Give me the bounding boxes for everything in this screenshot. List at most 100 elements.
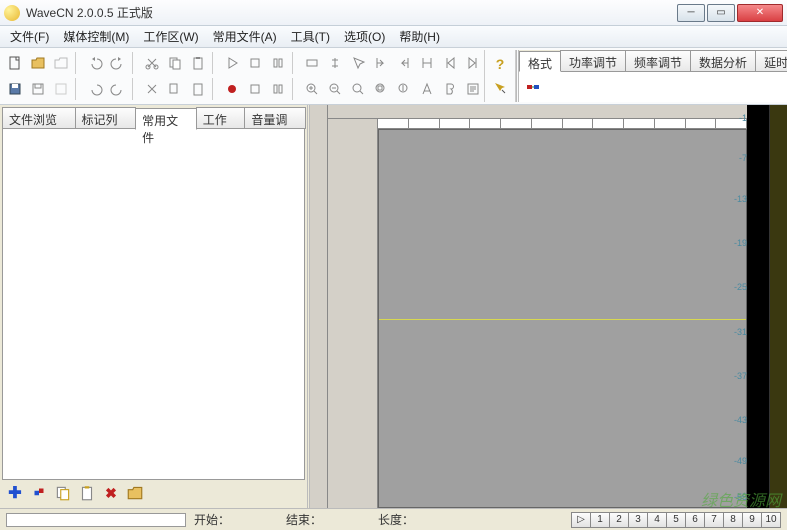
toolbar-row-2 [4,76,484,102]
zoom-reset-icon[interactable] [393,78,415,100]
tab-volume[interactable]: 音量调节 [244,107,306,129]
cut2-icon[interactable] [141,78,163,100]
label-start: 开始： [194,511,230,528]
stop2-icon[interactable] [244,78,266,100]
script-icon[interactable] [462,78,484,100]
help-icon[interactable]: ? [489,53,511,75]
pause-icon[interactable] [267,52,289,74]
add-multi-icon[interactable] [30,484,48,502]
pause2-icon[interactable] [267,78,289,100]
tab-favorites[interactable]: 常用文件 [135,108,197,130]
cut-icon[interactable] [141,52,163,74]
right-tab-bar: 格式 功率调节 频率调节 数据分析 延时 产 [519,50,787,72]
menu-workspace[interactable]: 工作区(W) [137,26,204,47]
tab-workspace[interactable]: 工作区 [196,107,246,129]
zoom-sel-icon[interactable] [370,78,392,100]
play-icon[interactable] [221,52,243,74]
page-1[interactable]: 1 [590,512,610,528]
page-5[interactable]: 5 [666,512,686,528]
zoom-in-icon[interactable] [301,78,323,100]
new-file-icon[interactable] [4,52,26,74]
open-file-icon[interactable] [27,52,49,74]
page-3[interactable]: 3 [628,512,648,528]
scale-m55: -55 [734,492,747,502]
tab-delay[interactable]: 延时 [755,50,787,71]
page-2[interactable]: 2 [609,512,629,528]
tab-analysis[interactable]: 数据分析 [690,50,756,71]
redo-icon[interactable] [107,52,129,74]
marker-b-icon[interactable] [439,78,461,100]
menu-media[interactable]: 媒体控制(M) [57,26,135,47]
waveform-canvas[interactable] [378,129,747,508]
format-tool-icon[interactable] [525,79,541,95]
left-tab-bar: 文件浏览器 标记列表 常用文件 工作区 音量调节 [2,107,305,129]
marker-a-icon[interactable] [416,78,438,100]
minimize-button[interactable]: ─ [677,4,705,22]
waveform-editor[interactable]: <— -1 -7 -13 -19 -25 -31 -37 -43 -49 -55 [310,105,787,508]
select-vert-icon[interactable] [324,52,346,74]
zoom-fit-icon[interactable] [347,78,369,100]
marker-both-icon[interactable] [416,52,438,74]
tab-power[interactable]: 功率调节 [560,50,626,71]
paste-icon[interactable] [187,52,209,74]
page-play-icon[interactable]: ▷ [571,512,591,528]
page-10[interactable]: 10 [761,512,781,528]
maximize-button[interactable]: ▭ [707,4,735,22]
favorites-tree[interactable] [2,128,305,480]
save-disabled-icon [50,78,72,100]
menu-file[interactable]: 文件(F) [4,26,55,47]
stop-icon[interactable] [244,52,266,74]
record-icon[interactable] [221,78,243,100]
tab-file-browser[interactable]: 文件浏览器 [2,107,76,129]
tab-format[interactable]: 格式 [519,51,561,72]
goto-end-icon[interactable] [462,52,484,74]
editor-gutter [310,105,328,508]
goto-start-icon[interactable] [439,52,461,74]
tab-freq[interactable]: 频率调节 [625,50,691,71]
copy-doc-icon[interactable] [54,484,72,502]
undo2-icon[interactable] [84,78,106,100]
paste-doc-icon[interactable] [78,484,96,502]
undo-icon[interactable] [84,52,106,74]
status-bar: 开始： 结束： 长度： ▷ 1 2 3 4 5 6 7 8 9 10 [0,508,787,530]
menu-favorites[interactable]: 常用文件(A) [207,26,283,47]
copy-icon[interactable] [164,52,186,74]
label-length: 长度： [378,511,414,528]
page-9[interactable]: 9 [742,512,762,528]
copy2-icon[interactable] [164,78,186,100]
paste2-icon[interactable] [187,78,209,100]
context-help-icon[interactable] [489,77,511,99]
menu-tools[interactable]: 工具(T) [285,26,336,47]
add-icon[interactable]: ✚ [6,484,24,502]
open-disabled-icon [50,52,72,74]
page-4[interactable]: 4 [647,512,667,528]
cursor-icon[interactable] [347,52,369,74]
label-end: 结束： [286,511,322,528]
marker-right-icon[interactable] [393,52,415,74]
waveform-centerline [379,319,746,320]
scale-m43: -43 [734,415,747,425]
editor-top-strip [328,105,747,119]
page-8[interactable]: 8 [723,512,743,528]
scale-m1: -1 [739,113,747,123]
redo2-icon[interactable] [107,78,129,100]
save-icon[interactable] [4,78,26,100]
time-ruler[interactable] [378,119,747,129]
menu-bar: 文件(F) 媒体控制(M) 工作区(W) 常用文件(A) 工具(T) 选项(O)… [0,26,787,48]
menu-options[interactable]: 选项(O) [338,26,391,47]
menu-help[interactable]: 帮助(H) [393,26,446,47]
page-6[interactable]: 6 [685,512,705,528]
zoom-out-icon[interactable] [324,78,346,100]
tab-marker-list[interactable]: 标记列表 [75,107,137,129]
close-button[interactable]: ✕ [737,4,783,22]
toolbar-row-1 [4,50,484,76]
delete-icon[interactable]: ✖ [102,484,120,502]
save-as-icon[interactable] [27,78,49,100]
page-buttons: ▷ 1 2 3 4 5 6 7 8 9 10 [572,512,781,528]
page-7[interactable]: 7 [704,512,724,528]
scale-m31: -31 [734,327,747,337]
open-folder-icon[interactable] [126,484,144,502]
marker-left-icon[interactable] [370,52,392,74]
select-region-icon[interactable] [301,52,323,74]
left-icon-toolbar: ✚ ✖ [2,480,305,506]
